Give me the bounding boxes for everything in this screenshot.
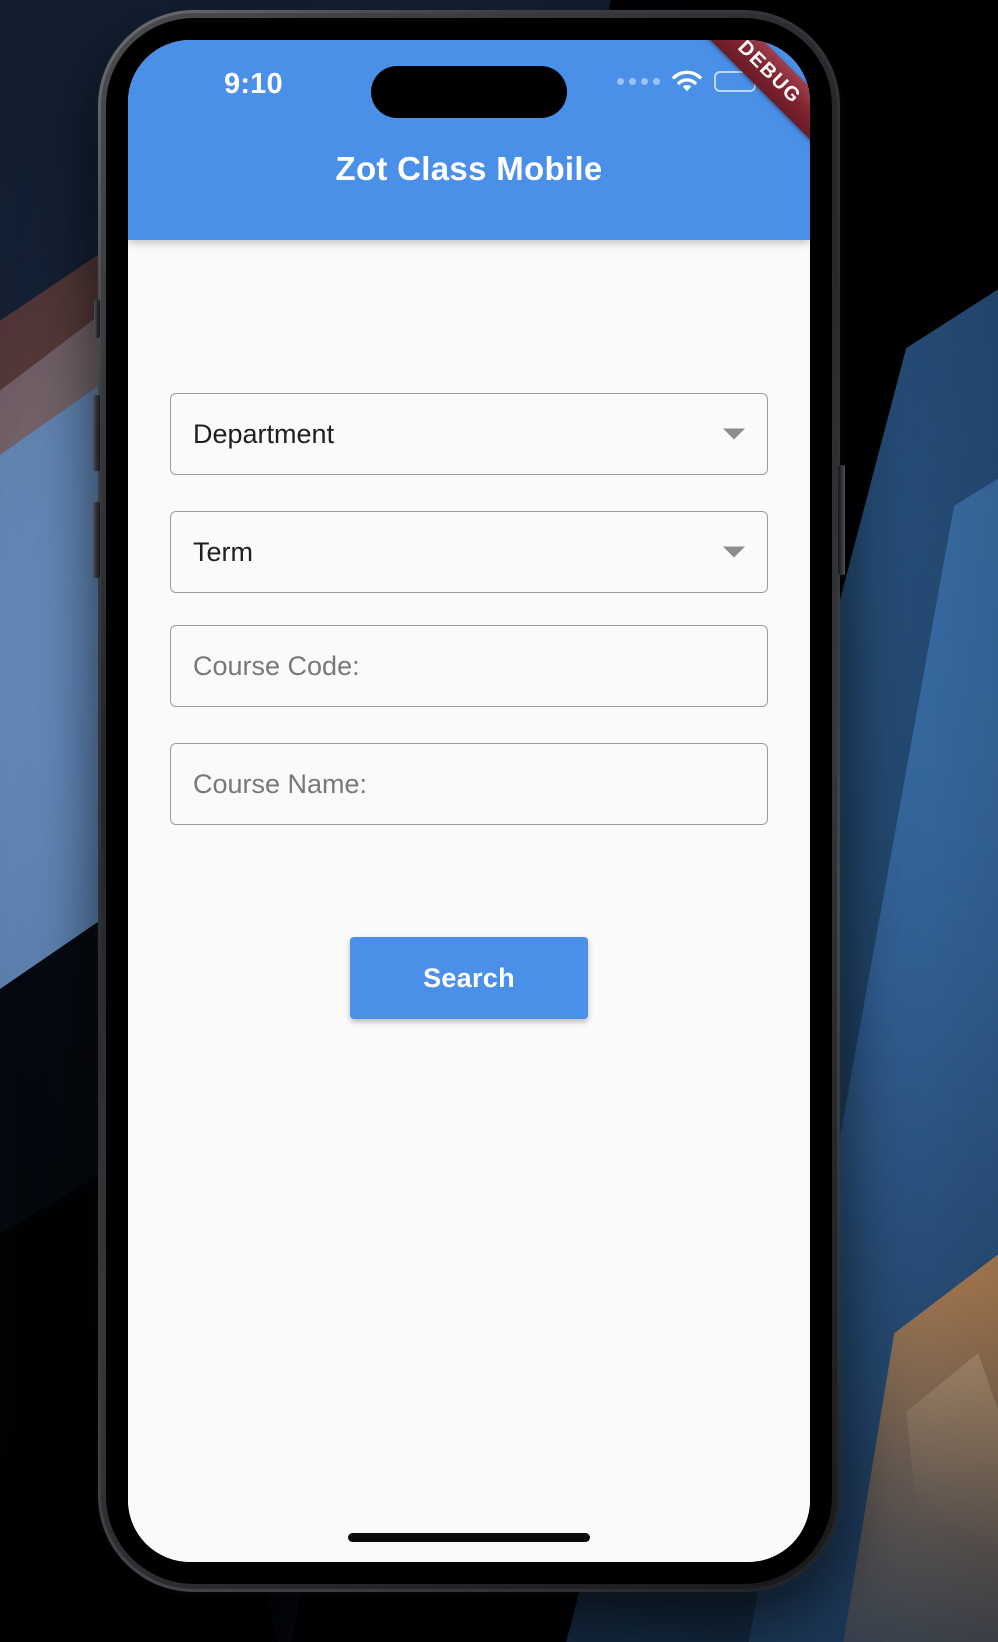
volume-down-button[interactable]	[93, 502, 100, 578]
course-name-placeholder: Course Name:	[193, 768, 368, 799]
chevron-down-icon[interactable]	[723, 546, 745, 558]
search-button[interactable]: Search	[350, 937, 588, 1019]
course-name-input[interactable]: Course Name:	[170, 743, 768, 825]
app-content: Department Term Course Code: Course Name…	[128, 240, 810, 1562]
department-dropdown[interactable]: Department	[170, 393, 768, 475]
search-button-row: Search	[170, 937, 768, 1019]
status-bar: 9:10	[128, 40, 810, 122]
course-code-input[interactable]: Course Code:	[170, 625, 768, 707]
term-dropdown[interactable]: Term	[170, 511, 768, 593]
page-title: Zot Class Mobile	[335, 150, 603, 187]
power-button[interactable]	[838, 465, 845, 575]
chevron-down-icon[interactable]	[723, 428, 745, 440]
search-form: Department Term Course Code: Course Name…	[170, 240, 768, 1019]
home-indicator[interactable]	[348, 1533, 590, 1542]
phone-mockup: 9:10 Zot Class Mobile DEBUG Department T…	[93, 10, 845, 1592]
dynamic-island	[371, 66, 567, 118]
silent-switch-button[interactable]	[94, 300, 100, 338]
status-bar-clock: 9:10	[224, 68, 283, 100]
app-bar: 9:10 Zot Class Mobile DEBUG	[128, 40, 810, 240]
wifi-icon	[672, 70, 702, 92]
volume-up-button[interactable]	[93, 395, 100, 471]
status-bar-indicators	[617, 70, 760, 92]
department-dropdown-value: Department	[193, 418, 335, 449]
course-code-placeholder: Course Code:	[193, 650, 360, 681]
phone-screen: 9:10 Zot Class Mobile DEBUG Department T…	[128, 40, 810, 1562]
term-dropdown-value: Term	[193, 536, 253, 567]
cellular-dots-icon	[617, 77, 660, 85]
